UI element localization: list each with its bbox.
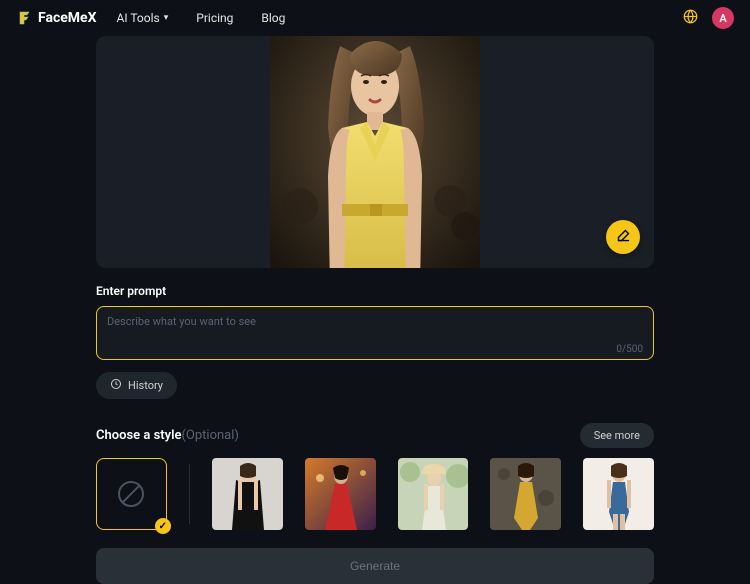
app-header: FaceMeX AI Tools ▾ Pricing Blog A (0, 0, 750, 36)
style-header: Choose a style(Optional) See more (96, 423, 654, 448)
header-right: A (683, 7, 734, 29)
style-divider (189, 464, 190, 524)
none-icon (118, 481, 144, 507)
style-thumb-gold-dress[interactable] (490, 458, 561, 530)
nav-ai-tools[interactable]: AI Tools ▾ (117, 11, 169, 25)
language-icon[interactable] (683, 9, 698, 28)
main-nav: AI Tools ▾ Pricing Blog (117, 11, 683, 25)
brand-logo-icon (16, 9, 34, 27)
pencil-icon (616, 228, 631, 247)
style-optional: (Optional) (181, 428, 238, 443)
nav-ai-tools-label: AI Tools (117, 11, 160, 25)
preview-card (96, 36, 654, 268)
brand-name: FaceMeX (38, 10, 97, 26)
style-thumb-black-dress[interactable] (212, 458, 283, 530)
style-thumb-red-dress[interactable] (305, 458, 376, 530)
style-thumb-green-dress[interactable] (398, 458, 469, 530)
nav-blog-label: Blog (261, 11, 285, 25)
main-content: Enter prompt 0/500 History Choose a styl… (0, 36, 750, 584)
style-title: Choose a style (96, 428, 181, 443)
nav-blog[interactable]: Blog (261, 11, 285, 25)
style-row: ✓ (96, 458, 654, 530)
style-thumb-blue-dress[interactable] (583, 458, 654, 530)
prompt-box: 0/500 (96, 306, 654, 360)
history-label: History (128, 379, 163, 392)
chevron-down-icon: ▾ (164, 13, 169, 23)
avatar-initial: A (719, 12, 726, 25)
style-none[interactable]: ✓ (96, 458, 167, 530)
prompt-input[interactable] (107, 315, 643, 343)
edit-button[interactable] (606, 220, 640, 254)
preview-image (270, 36, 480, 268)
generate-label: Generate (350, 559, 400, 573)
prompt-label: Enter prompt (96, 284, 654, 298)
brand-logo[interactable]: FaceMeX (16, 9, 97, 27)
check-icon: ✓ (155, 518, 171, 534)
history-button[interactable]: History (96, 372, 177, 399)
nav-pricing[interactable]: Pricing (196, 11, 233, 25)
prompt-char-count: 0/500 (616, 344, 643, 355)
nav-pricing-label: Pricing (196, 11, 233, 25)
generate-button[interactable]: Generate (96, 548, 654, 584)
clock-icon (110, 378, 122, 393)
user-avatar[interactable]: A (712, 7, 734, 29)
see-more-button[interactable]: See more (580, 423, 654, 448)
see-more-label: See more (594, 429, 640, 442)
style-title-wrap: Choose a style(Optional) (96, 428, 239, 443)
